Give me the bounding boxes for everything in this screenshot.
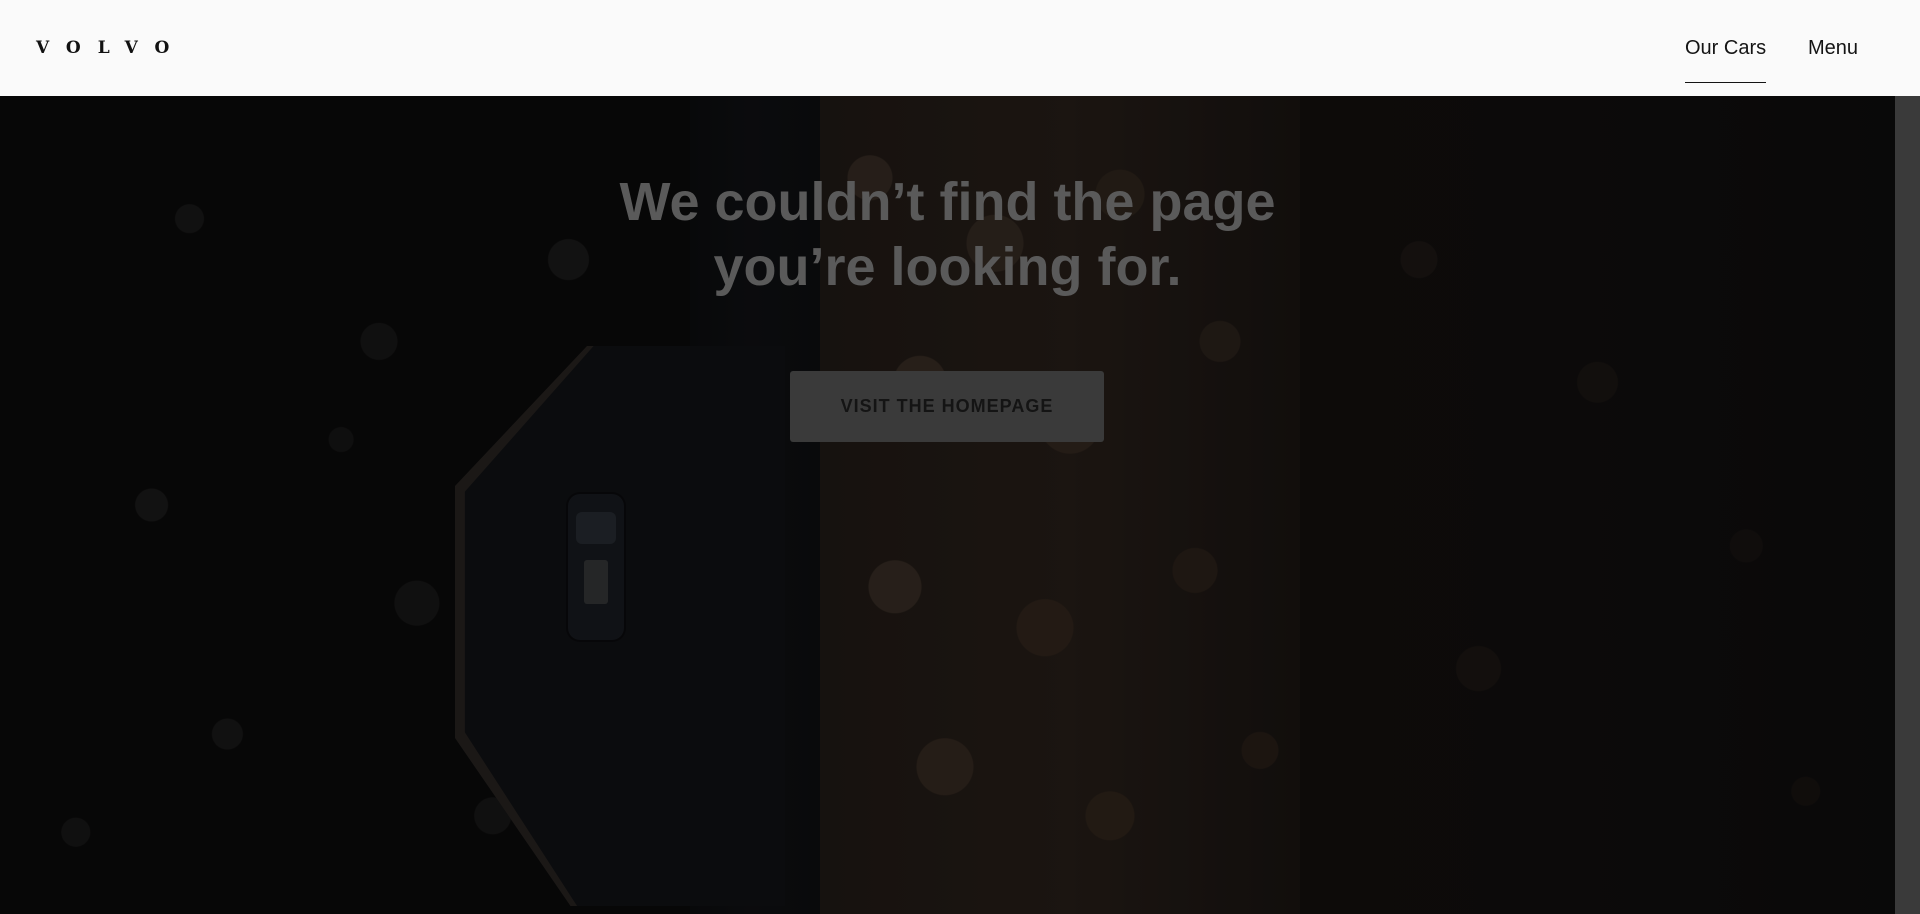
headline-line-2: you’re looking for. <box>713 237 1182 297</box>
visit-homepage-button[interactable]: VISIT THE HOMEPAGE <box>790 371 1104 442</box>
scrollbar-thumb[interactable] <box>1895 96 1920 914</box>
site-header: VOLVO Our Cars Menu <box>0 0 1920 96</box>
nav-our-cars[interactable]: Our Cars <box>1685 36 1767 83</box>
nav-menu-button[interactable]: Menu <box>1808 36 1858 60</box>
volvo-logo[interactable]: VOLVO <box>36 39 186 57</box>
error-headline: We couldn’t find the page you’re looking… <box>0 170 1895 300</box>
headline-line-1: We couldn’t find the page <box>619 172 1276 232</box>
page-scrollbar[interactable] <box>1895 96 1920 914</box>
